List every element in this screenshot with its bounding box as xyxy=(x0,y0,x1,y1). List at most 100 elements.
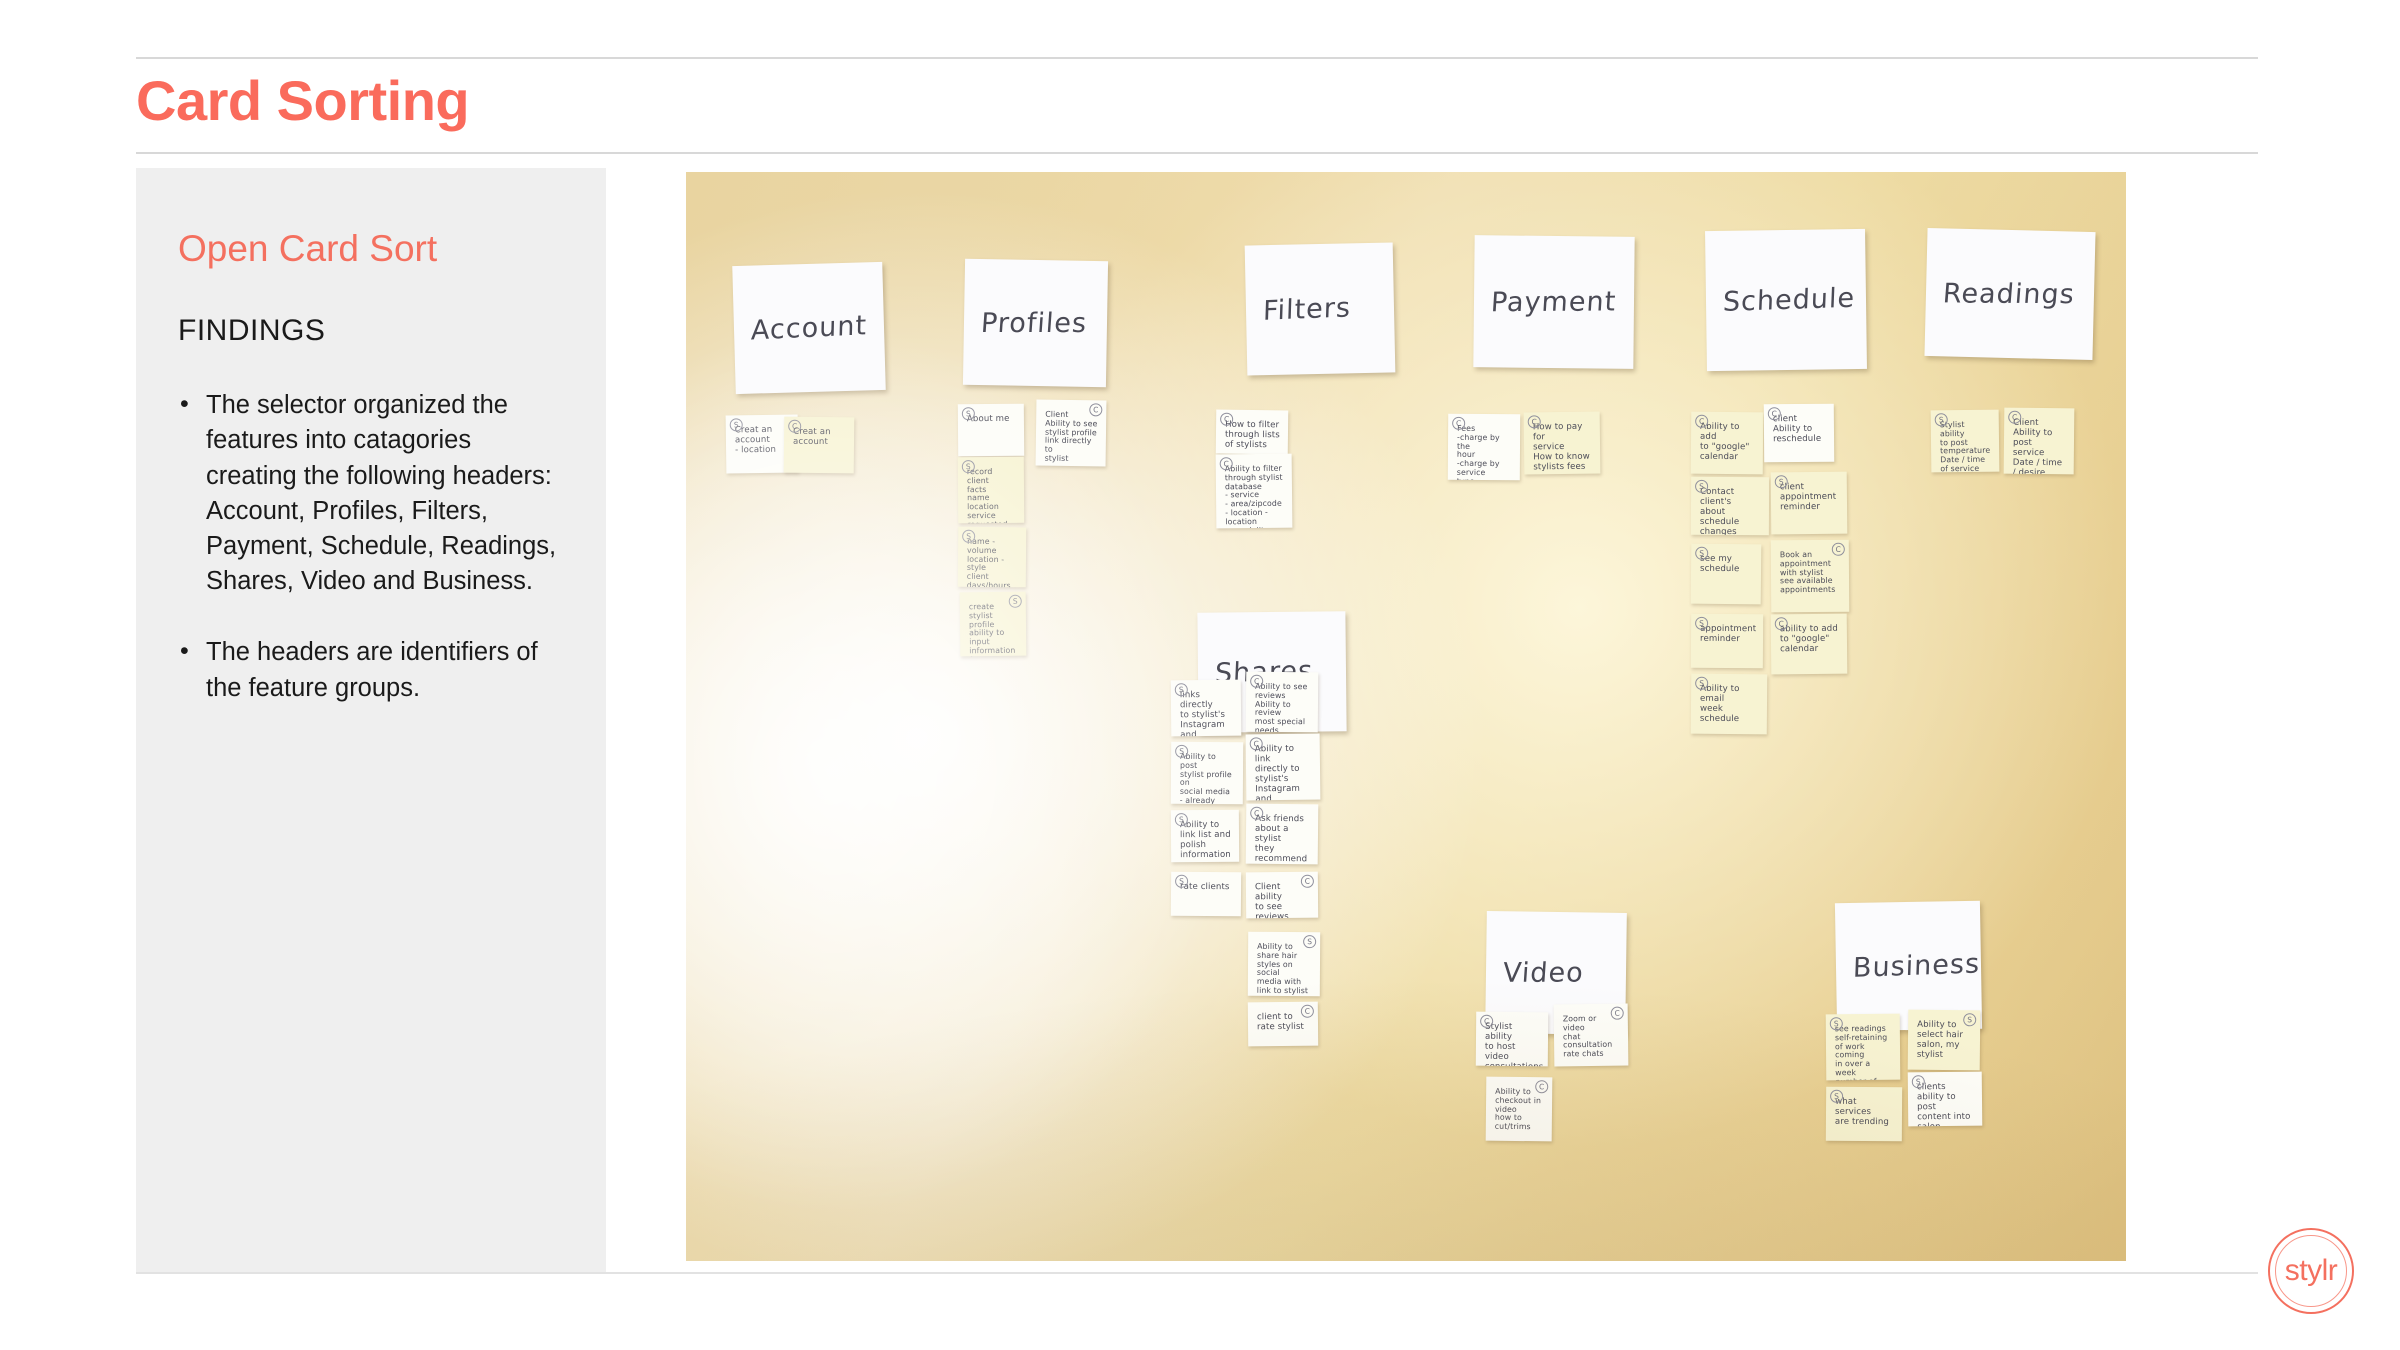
sticky-note: Ssee my schedule xyxy=(1690,543,1762,605)
sticky-note-text: client appointment reminder xyxy=(1779,482,1837,513)
sticky-note-text: Book an appointment with stylist see ava… xyxy=(1779,549,1836,595)
sticky-note-marker: S xyxy=(1829,1017,1843,1031)
sticky-note: S Stylist ability to post temperature Dat… xyxy=(1930,409,2000,473)
header-card-schedule: Schedule xyxy=(1705,228,1867,372)
sticky-note-marker: S xyxy=(1911,1075,1925,1089)
sticky-note: Srate clients xyxy=(1170,871,1242,917)
sticky-note-marker: S xyxy=(1934,413,1948,427)
sticky-note-text: Ability to post stylist profile on socia… xyxy=(1179,751,1232,805)
sticky-note-text: see readings self-retaining of work comi… xyxy=(1834,1023,1888,1081)
sticky-note-marker: S xyxy=(1963,1013,1977,1027)
sticky-note-text: Zoom or video chat consultation rate cha… xyxy=(1562,1013,1613,1059)
page-title: Card Sorting xyxy=(136,69,470,132)
sidebar-title: Open Card Sort xyxy=(178,228,438,269)
sticky-note-marker: C xyxy=(1831,542,1845,556)
sticky-note: C How to pay for service How to know styl… xyxy=(1523,411,1601,475)
header-card-account: Account xyxy=(732,261,886,395)
sticky-note-text: clients ability to post content into sal… xyxy=(1916,1081,1971,1126)
sticky-note: S Contact client's about schedule changes xyxy=(1690,476,1770,536)
header-card-filters: Filters xyxy=(1244,242,1396,376)
sticky-note: Srecord client facts name location servi… xyxy=(957,456,1025,524)
sticky-note-marker: S xyxy=(1175,744,1189,758)
slide-root: Card Sorting Open Card Sort FINDINGS The… xyxy=(0,0,2400,1350)
sticky-note-marker: C xyxy=(1219,457,1233,471)
sticky-note-marker: C xyxy=(788,419,802,433)
sticky-note-marker: S xyxy=(1695,479,1709,493)
sticky-note-text: Ability to share hair styles on social m… xyxy=(1256,941,1309,996)
sticky-note: Cclient Ability to reschedule xyxy=(1763,403,1835,463)
header-card-label: Filters xyxy=(1262,291,1352,327)
sticky-note: C Ability to checkout in video how to cut… xyxy=(1485,1076,1553,1142)
sticky-note-marker: C xyxy=(1249,737,1263,751)
sticky-note-text: record client facts name location servic… xyxy=(966,466,1008,523)
sticky-note-marker: S xyxy=(962,529,976,543)
sticky-note-text: Fees -charge by the hour -charge by serv… xyxy=(1456,423,1500,480)
sidebar-subtitle: FINDINGS xyxy=(178,314,326,348)
sticky-note-marker: C xyxy=(1220,412,1234,426)
sticky-note: Cability to add to "google" calendar xyxy=(1770,613,1848,675)
sticky-note: Ssee readings self-retaining of work com… xyxy=(1825,1013,1901,1081)
findings-sidebar: Open Card Sort FINDINGS The selector org… xyxy=(136,168,606,1273)
sticky-note: Sclient appointment reminder xyxy=(1770,471,1848,535)
sticky-note-text: rate clients xyxy=(1180,881,1230,893)
sticky-note-marker: S xyxy=(1695,546,1709,560)
sticky-note-text: Client Ability to see stylist profile li… xyxy=(1044,409,1098,463)
sticky-note-marker: C xyxy=(1452,416,1466,430)
header-card-label: Account xyxy=(750,309,868,346)
logo-text: stylr xyxy=(2284,1254,2338,1287)
sticky-note-text: How to pay for service How to know styli… xyxy=(1532,421,1590,473)
sticky-note-marker: S xyxy=(1175,874,1189,888)
sticky-note-text: Ask friends about a stylist they recomme… xyxy=(1254,813,1308,865)
sticky-note-marker: S xyxy=(961,407,975,421)
sticky-note-text: Ability to filter through stylist databa… xyxy=(1224,463,1283,529)
sticky-note-marker: S xyxy=(1774,475,1788,489)
sticky-note-text: How to filter through lists of stylists xyxy=(1224,419,1280,451)
sticky-note-marker: C xyxy=(1610,1006,1624,1020)
sticky-note-text: Ability to see reviews Ability to review… xyxy=(1254,681,1308,733)
header-card-payment: Payment xyxy=(1473,235,1635,369)
sticky-note-marker: C xyxy=(2008,410,2022,424)
sticky-note-marker: C xyxy=(1250,674,1264,688)
sticky-note: C Client Ability to see stylist profile l… xyxy=(1035,399,1107,467)
sticky-note: C Ask friends about a stylist they recomm… xyxy=(1245,803,1319,865)
sticky-note: CStylist ability to host video consultat… xyxy=(1475,1011,1549,1067)
sticky-note: C Client Ability to post service Date / t… xyxy=(2003,407,2075,475)
sticky-note: C Ability to link directly to stylist's I… xyxy=(1245,733,1321,801)
sticky-note: S Ability to share hair styles on social … xyxy=(1247,931,1321,997)
header-card-label: Readings xyxy=(1941,277,2076,310)
sticky-note: Screate stylist profile ability to input… xyxy=(959,591,1027,657)
sticky-note: C Ability to see reviews Ability to revie… xyxy=(1245,671,1319,733)
sticky-note: C Ability to filter through stylist datab… xyxy=(1215,453,1293,529)
footer-divider xyxy=(136,1272,2258,1274)
header-card-label: Schedule xyxy=(1722,282,1856,318)
finding-item: The selector organized the features into… xyxy=(178,387,568,599)
sticky-note-text: Client ability to see reviews xyxy=(1254,882,1289,919)
sticky-note-marker: C xyxy=(1480,1014,1494,1028)
header-card-label: Payment xyxy=(1489,285,1618,318)
sticky-note: Sname - volume location - style client d… xyxy=(957,526,1027,588)
finding-item: The headers are identifiers of the featu… xyxy=(178,634,568,705)
sticky-note: C Zoom or video chat consultation rate ch… xyxy=(1553,1003,1629,1067)
sticky-note: C Book an appointment with stylist see av… xyxy=(1770,539,1850,613)
sticky-note-text: what services are trending xyxy=(1834,1096,1890,1128)
sticky-note: Slinks directly to stylist's Instagram a… xyxy=(1170,679,1242,737)
sticky-note: Sappointment reminder xyxy=(1690,613,1764,669)
sticky-note-text: create stylist profile ability to input … xyxy=(968,601,1016,656)
sticky-note-marker: C xyxy=(1250,806,1264,820)
card-sort-photo: Account Profiles Filters Payment Schedule Rea… xyxy=(686,172,2126,1261)
sticky-note: C Fees -charge by the hour -charge by ser… xyxy=(1447,413,1521,481)
title-divider xyxy=(136,152,2258,154)
sticky-note-text: Stylist ability to host video consultati… xyxy=(1484,1021,1544,1067)
sticky-note-marker: C xyxy=(1695,414,1709,428)
sticky-note-marker: C xyxy=(1089,403,1103,417)
sticky-note-text: client Ability to reschedule xyxy=(1772,414,1822,445)
sticky-note-text: Creat an account xyxy=(792,426,831,448)
sticky-note-text: Ability to email week schedule xyxy=(1699,683,1740,724)
sticky-note-text: appointment reminder xyxy=(1699,623,1757,645)
sticky-note-marker: S xyxy=(729,418,743,432)
sticky-note-marker: S xyxy=(1695,616,1709,630)
sticky-note-marker: S xyxy=(1008,594,1022,608)
sticky-note: S Ability to post stylist profile on soci… xyxy=(1170,741,1244,805)
findings-list: The selector organized the features into… xyxy=(178,387,568,706)
sticky-note-marker: S xyxy=(1174,813,1188,827)
